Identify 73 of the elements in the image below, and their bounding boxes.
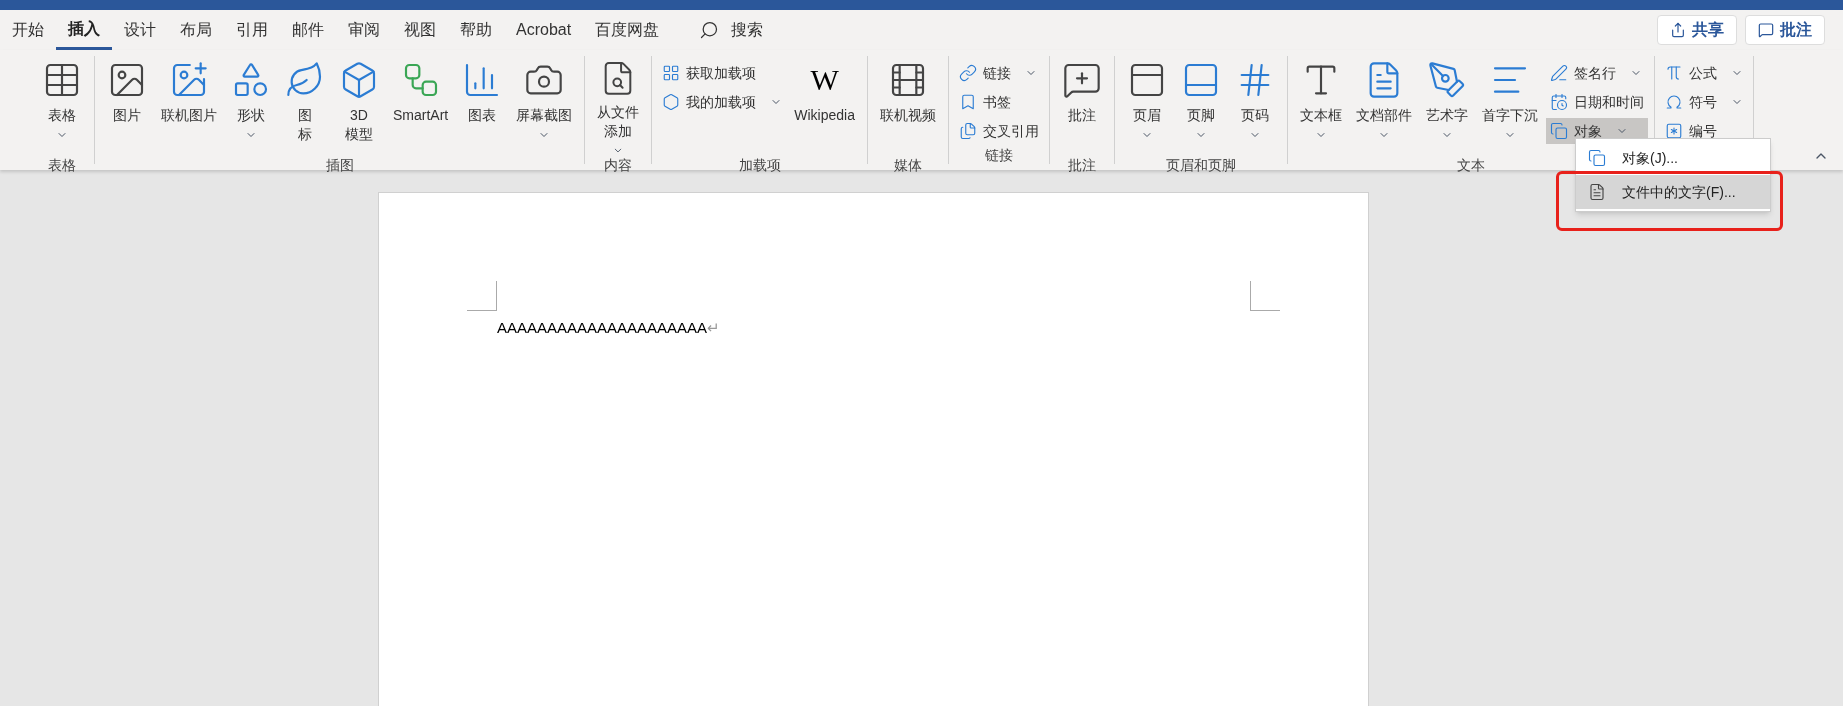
- ribbon-button[interactable]: 图 标: [279, 56, 331, 156]
- object-icon: [1549, 122, 1568, 140]
- ribbon-button[interactable]: 获取加载项: [658, 60, 787, 86]
- header-action-button[interactable]: 批注: [1745, 15, 1825, 45]
- signature-icon: [1549, 64, 1568, 82]
- ribbon-tab[interactable]: 审阅: [336, 10, 392, 50]
- ribbon-button[interactable]: SmartArt: [387, 56, 455, 156]
- ribbon-tab[interactable]: 百度网盘: [583, 10, 672, 50]
- ribbon-button[interactable]: 交叉引用: [954, 118, 1043, 144]
- ribbon-button[interactable]: 艺术字: [1419, 56, 1474, 156]
- search-field[interactable]: 搜索: [691, 10, 772, 50]
- ribbon-button[interactable]: 图片: [101, 56, 153, 156]
- menu-item[interactable]: 对象(J)...: [1576, 141, 1770, 175]
- ribbon-button[interactable]: 表格: [36, 56, 88, 156]
- ribbon-button[interactable]: 3D 模型: [333, 56, 385, 156]
- margin-corner-mark: [467, 281, 497, 311]
- paragraph-text: AAAAAAAAAAAAAAAAAAAAA↵: [497, 318, 722, 338]
- ribbon-tab[interactable]: 开始: [0, 10, 56, 50]
- ribbon-button[interactable]: 屏幕截图: [510, 56, 579, 156]
- pi-icon: [1664, 64, 1683, 82]
- cross-reference-icon: [958, 122, 977, 140]
- ribbon-button[interactable]: 书签: [954, 89, 1043, 115]
- group-label: 批注: [1067, 156, 1096, 174]
- ribbon-button[interactable]: 从文件 添加: [591, 56, 646, 156]
- ribbon-tab[interactable]: 引用: [224, 10, 280, 50]
- ribbon-button[interactable]: 我的加载项: [658, 89, 787, 115]
- ribbon-button[interactable]: W Wikipedia: [788, 56, 861, 156]
- ribbon-button[interactable]: 编号: [1660, 118, 1747, 144]
- wikipedia-logo: W: [810, 62, 839, 98]
- group-label: 页眉和页脚: [1165, 156, 1236, 174]
- menu-item[interactable]: 文件中的文字(F)...: [1576, 175, 1770, 209]
- margin-corner-mark: [1250, 281, 1280, 311]
- ribbon-button[interactable]: 文档部件: [1349, 56, 1418, 156]
- group-label: 表格: [48, 156, 76, 174]
- ribbon-button[interactable]: 页码: [1228, 56, 1281, 156]
- ribbon-tab[interactable]: 帮助: [448, 10, 504, 50]
- ribbon-button[interactable]: 符号: [1660, 89, 1747, 115]
- search-icon: [699, 20, 720, 40]
- comment-icon: [1758, 22, 1774, 38]
- group-label: 加载项: [738, 156, 781, 174]
- numbering-icon: [1664, 122, 1683, 140]
- omega-icon: [1664, 93, 1683, 111]
- ribbon-tab[interactable]: 布局: [168, 10, 224, 50]
- ribbon-button[interactable]: 联机视频: [873, 56, 942, 156]
- group-label: 链接: [984, 146, 1013, 164]
- ribbon-tab[interactable]: 邮件: [280, 10, 336, 50]
- ribbon-button[interactable]: 联机图片: [155, 56, 223, 156]
- ribbon-button[interactable]: 日期和时间: [1545, 89, 1648, 115]
- ribbon-button[interactable]: 公式: [1660, 60, 1747, 86]
- ribbon-button[interactable]: 形状: [225, 56, 277, 156]
- ribbon-tab[interactable]: 视图: [392, 10, 448, 50]
- ribbon-button[interactable]: 文本框: [1293, 56, 1348, 156]
- ribbon-button[interactable]: 页眉: [1120, 56, 1173, 156]
- ribbon-button[interactable]: 图表: [456, 56, 509, 156]
- document-icon: [1588, 183, 1606, 201]
- share-icon: [1670, 22, 1686, 38]
- group-label: 文本: [1456, 156, 1485, 174]
- hexagon-icon: [662, 93, 681, 111]
- ribbon-button[interactable]: 页脚: [1174, 56, 1227, 156]
- group-label: 媒体: [893, 156, 922, 174]
- ribbon-button[interactable]: 批注: [1055, 56, 1108, 156]
- header-action-button[interactable]: 共享: [1657, 15, 1737, 45]
- object-icon: [1588, 149, 1606, 167]
- calendar-clock-icon: [1549, 93, 1568, 111]
- group-label: 插图: [325, 156, 354, 174]
- link-icon: [958, 64, 977, 82]
- group-label: 内容: [604, 156, 633, 174]
- ribbon-tab[interactable]: Acrobat: [504, 10, 584, 50]
- ribbon-button[interactable]: 链接: [954, 60, 1043, 86]
- ribbon-button[interactable]: 签名行: [1545, 60, 1648, 86]
- ribbon-tab[interactable]: 设计: [112, 10, 168, 50]
- word-art-icon: [1426, 60, 1467, 100]
- ribbon-button[interactable]: 首字下沉: [1475, 56, 1544, 156]
